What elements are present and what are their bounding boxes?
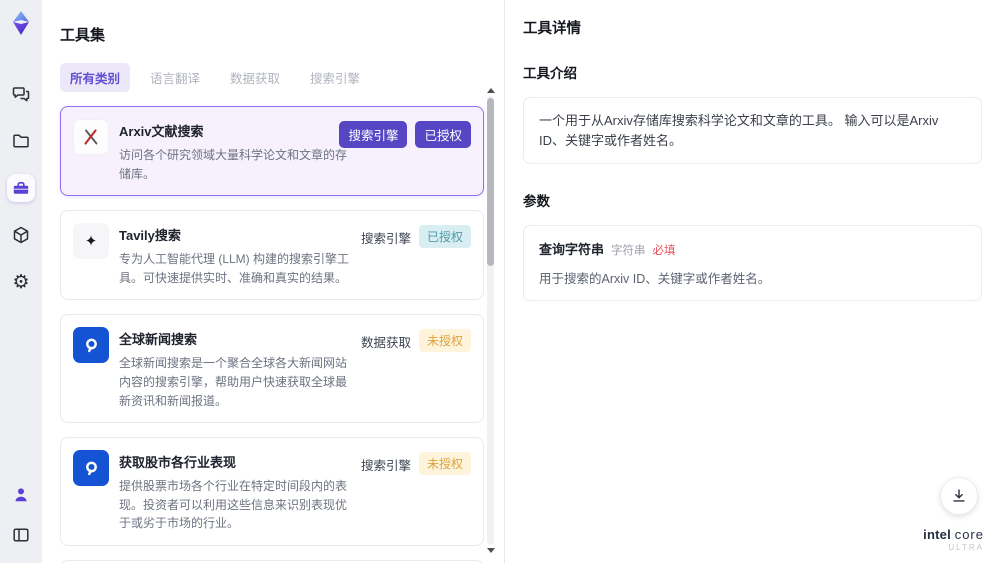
detail-title: 工具详情 bbox=[523, 21, 581, 37]
tool-detail-panel: 工具详情 工具介绍 一个用于从Arxiv存储库搜索科学论文和文章的工具。 输入可… bbox=[504, 0, 1000, 563]
intro-heading: 工具介绍 bbox=[523, 66, 577, 81]
tab-data-fetch[interactable]: 数据获取 bbox=[220, 63, 290, 92]
brand-tier: ultra bbox=[948, 543, 984, 553]
news-search-icon bbox=[86, 338, 97, 353]
tool-list: Arxiv文献搜索 访问各个研究领域大量科学论文和文章的存储库。 搜索引擎 已授… bbox=[60, 106, 484, 563]
brand-intel: intel bbox=[923, 526, 951, 542]
tool-description: 全球新闻搜索是一个聚合全球各大新闻网站内容的搜索引擎，帮助用户快速获取全球最新资… bbox=[119, 356, 348, 408]
tool-status-badge: 已授权 bbox=[415, 121, 471, 148]
tool-name: 获取股市各行业表现 bbox=[119, 455, 237, 471]
cube-icon bbox=[13, 226, 29, 244]
settings-icon: ⚙ bbox=[12, 271, 30, 293]
tavily-star-icon: ✦ bbox=[84, 232, 98, 250]
sidebar-bottom-nav bbox=[7, 481, 35, 549]
scrollbar-down-arrow-icon[interactable] bbox=[487, 548, 495, 553]
sidebar-item-chat[interactable] bbox=[7, 80, 35, 108]
tool-description: 提供股票市场各个行业在特定时间段内的表现。投资者可以利用这些信息来识别表现优于或… bbox=[119, 479, 348, 531]
tab-all-categories[interactable]: 所有类别 bbox=[60, 63, 131, 92]
scrollbar-up-arrow-icon[interactable] bbox=[487, 88, 495, 93]
tool-card-global-news[interactable]: 全球新闻搜索 全球新闻搜索是一个聚合全球各大新闻网站内容的搜索引擎，帮助用户快速… bbox=[60, 314, 484, 424]
tool-status-badge: 未授权 bbox=[418, 452, 471, 476]
chat-icon bbox=[12, 87, 30, 102]
parameter-description: 用于搜索的Arxiv ID、关键字或作者姓名。 bbox=[539, 272, 771, 286]
params-heading: 参数 bbox=[523, 194, 550, 209]
tool-card-stock-sector[interactable]: 获取股市各行业表现 提供股票市场各个行业在特定时间段内的表现。投资者可以利用这些… bbox=[60, 437, 484, 546]
app-logo-icon bbox=[13, 11, 29, 35]
download-button[interactable] bbox=[940, 477, 978, 515]
list-scrollbar[interactable] bbox=[486, 88, 495, 553]
sidebar-item-files[interactable] bbox=[7, 127, 35, 155]
tool-card-arxiv[interactable]: Arxiv文献搜索 访问各个研究领域大量科学论文和文章的存储库。 搜索引擎 已授… bbox=[60, 106, 484, 197]
download-icon bbox=[953, 489, 965, 502]
parameter-name: 查询字符串 bbox=[539, 242, 605, 257]
sidebar-nav: ⚙ bbox=[7, 80, 35, 296]
tool-status-badge: 已授权 bbox=[418, 225, 471, 249]
intel-core-logo: intel core ultra bbox=[923, 526, 984, 553]
app-window: ⚙ 工具集 所有类别 语言翻译 数据获取 搜索引擎 Arxiv文献搜索 访问各个… bbox=[0, 0, 1000, 563]
tool-description: 专为人工智能代理 (LLM) 构建的搜索引擎工具。可快速提供实时、准确和真实的结… bbox=[119, 252, 350, 285]
tool-category-label: 数据获取 bbox=[360, 336, 411, 351]
tool-card-tavily[interactable]: ✦ Tavily搜索 专为人工智能代理 (LLM) 构建的搜索引擎工具。可快速提… bbox=[60, 210, 484, 301]
tool-category-label: 搜索引擎 bbox=[360, 459, 411, 474]
parameter-type: 字符串 bbox=[611, 245, 646, 257]
tool-name: Arxiv文献搜索 bbox=[119, 124, 204, 139]
tool-status-badge: 未授权 bbox=[418, 329, 471, 353]
sidebar-item-user[interactable] bbox=[7, 481, 35, 509]
panel-toggle-icon bbox=[13, 528, 29, 542]
tool-category-badge: 搜索引擎 bbox=[339, 121, 408, 148]
page-title: 工具集 bbox=[60, 27, 106, 44]
parameter-required-flag: 必填 bbox=[652, 245, 676, 257]
sidebar-item-models[interactable] bbox=[7, 221, 35, 249]
user-icon bbox=[15, 488, 27, 502]
tool-intro-text: 一个用于从Arxiv存储库搜索科学论文和文章的工具。 输入可以是Arxiv ID… bbox=[523, 97, 982, 164]
tab-language-translation[interactable]: 语言翻译 bbox=[140, 63, 210, 92]
folder-icon bbox=[13, 134, 29, 148]
tool-category-label: 搜索引擎 bbox=[360, 232, 411, 247]
brand-core: core bbox=[954, 526, 984, 542]
sidebar-item-panel-toggle[interactable] bbox=[7, 521, 35, 549]
stock-sector-icon bbox=[86, 461, 97, 476]
tool-description: 访问各个研究领域大量科学论文和文章的存储库。 bbox=[119, 148, 348, 181]
toolbox-icon bbox=[13, 182, 29, 194]
tool-name: 全球新闻搜索 bbox=[119, 332, 198, 348]
sidebar-item-settings[interactable]: ⚙ bbox=[7, 268, 35, 296]
tab-search-engine[interactable]: 搜索引擎 bbox=[300, 63, 370, 92]
category-tabs: 所有类别 语言翻译 数据获取 搜索引擎 bbox=[60, 63, 504, 92]
sidebar: ⚙ bbox=[0, 0, 42, 563]
parameter-item: 查询字符串 字符串 必填 用于搜索的Arxiv ID、关键字或作者姓名。 bbox=[523, 225, 982, 301]
scrollbar-thumb[interactable] bbox=[487, 98, 494, 266]
sidebar-item-tools[interactable] bbox=[7, 174, 35, 202]
tools-list-panel: 工具集 所有类别 语言翻译 数据获取 搜索引擎 Arxiv文献搜索 访问各个研究… bbox=[42, 0, 504, 563]
tool-name: Tavily搜索 bbox=[119, 228, 181, 244]
arxiv-logo-icon bbox=[84, 129, 98, 145]
